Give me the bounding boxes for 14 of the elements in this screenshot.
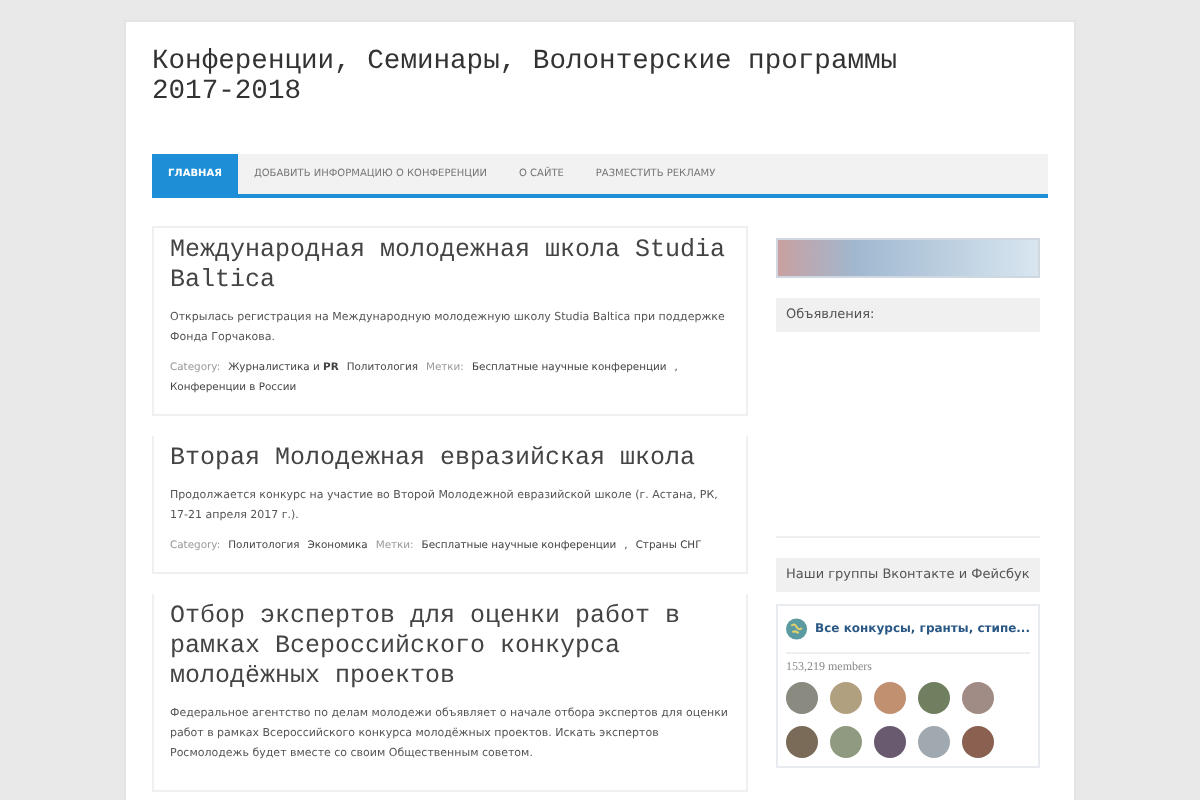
member-avatar[interactable]	[874, 726, 906, 758]
globe-icon	[786, 614, 808, 644]
member-avatar[interactable]	[830, 726, 862, 758]
member-avatar[interactable]	[874, 682, 906, 714]
site-title[interactable]: Конференции, Семинары, Волонтерские программы 2017-2018	[152, 48, 992, 108]
post-title[interactable]: Вторая Молодежная евразийская школа	[170, 444, 730, 474]
member-avatar[interactable]	[786, 682, 818, 714]
member-avatar[interactable]	[962, 682, 994, 714]
member-avatar[interactable]	[786, 726, 818, 758]
member-avatar[interactable]	[962, 726, 994, 758]
ad-banner-placeholder[interactable]	[776, 238, 1040, 278]
post-title[interactable]: Международная молодежная школа Studia Baltica	[170, 236, 730, 296]
member-avatar[interactable]	[918, 682, 950, 714]
post-title[interactable]: Отбор экспертов для оценки работ в рамках Всероссийского конкурса молодёжных проектов	[170, 602, 730, 692]
